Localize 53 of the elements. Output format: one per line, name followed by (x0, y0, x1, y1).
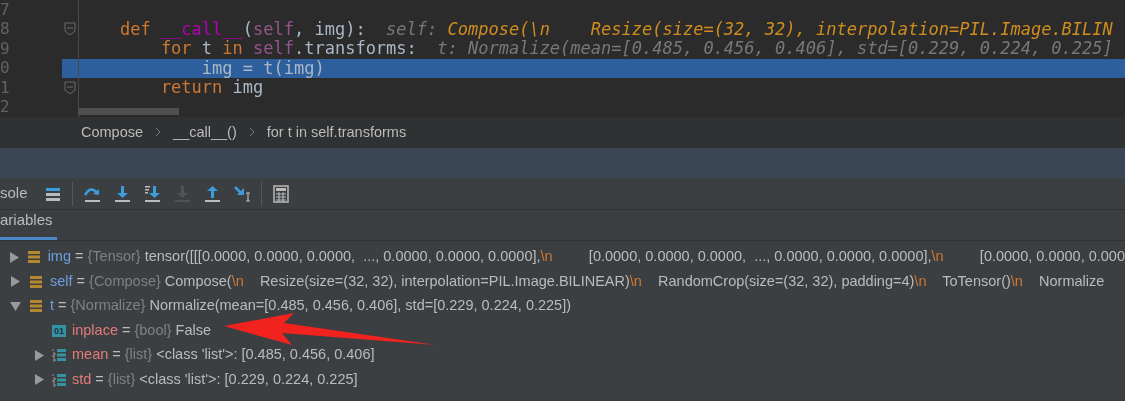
collapse-arrow-icon[interactable] (9, 300, 21, 312)
breadcrumb[interactable]: for t in self.transforms (266, 121, 407, 144)
variable-name: img (47, 247, 71, 267)
expand-arrow-icon[interactable] (9, 251, 21, 263)
type-badge: 01 (52, 324, 66, 337)
variable-type: {Normalize} (70, 296, 146, 316)
variable-value: False (175, 320, 211, 340)
field-icon (28, 251, 41, 264)
toolbar-label: sole (0, 183, 29, 204)
cursor-arrow-icon[interactable] (233, 184, 251, 203)
equals-sign: = (58, 296, 67, 316)
expand-arrow-icon[interactable] (33, 349, 45, 361)
breadcrumb[interactable]: Compose (81, 121, 144, 144)
variable-name: t (50, 296, 55, 316)
variable-name: inplace (72, 320, 118, 340)
line-number: 2 (0, 96, 11, 117)
variable-value: tensor([[[0.0000, 0.0000, 0.0000, ..., 0.0000, 0.0000, 0.0000],\n [0.0000, 0.0000, 0.0000, ..., 0.0000, 0.0000, 0.0000],\n [0.0000, 0.0000, 0.000 (144, 247, 1125, 267)
chevron-icon (155, 126, 162, 137)
variable-type: {Tensor} (87, 247, 141, 267)
variable-value: <class 'list'>: [0.229, 0.224, 0.225] (139, 369, 358, 389)
scrollbar-thumb[interactable] (79, 108, 179, 115)
equals-sign: = (76, 271, 86, 291)
equals-sign: = (121, 320, 131, 340)
chevron-icon (248, 126, 255, 137)
variable-type: {Compose} (89, 271, 161, 291)
code-line: for t in self.transforms: t: Normalize(mean=[0.485, 0.456, 0.406], std=[0.229, 0.224, 0.225] (159, 39, 1114, 59)
equals-sign: = (112, 345, 121, 365)
step-into-icon[interactable] (113, 184, 131, 203)
step-into-icon[interactable] (143, 184, 161, 203)
variable-value: Compose(\n Resize(size=(32, 32), interpolation=PIL.Image.BILINEAR)\n RandomCrop(size=(32, 32), padding=4)\n ToTensor()\n Normalize (164, 271, 1105, 291)
tab[interactable]: ariables (0, 208, 57, 240)
variable-type: {list} (107, 369, 136, 389)
equals-sign: = (75, 247, 84, 267)
variable-name: std (72, 369, 92, 389)
step-out-icon[interactable] (203, 184, 221, 203)
list-icon (52, 348, 66, 363)
equals-sign: = (95, 369, 104, 389)
code-line: def __call__(self, img): self: Compose(\n Resize(size=(32, 32), interpolation=PIL.Image.BILIN (118, 19, 1114, 39)
variable-value: Normalize(mean=[0.485, 0.456, 0.406], std=[0.229, 0.224, 0.225]) (149, 296, 572, 316)
expand-arrow-icon[interactable] (33, 374, 45, 386)
expand-arrow-icon[interactable] (9, 276, 21, 288)
field-icon (30, 275, 42, 288)
code-line: return img (159, 78, 264, 98)
variable-name: self (50, 271, 73, 291)
variable-type: {list} (124, 345, 153, 365)
breadcrumb[interactable]: __call__() (173, 121, 237, 144)
line-number: 7 (0, 0, 11, 21)
field-icon (30, 300, 42, 313)
variable-value: <class 'list'>: [0.485, 0.456, 0.406] (156, 345, 375, 365)
variable-name: mean (72, 345, 109, 365)
calculator-icon[interactable] (272, 184, 290, 203)
variable-type: {bool} (134, 320, 172, 340)
list-icon (52, 372, 66, 387)
